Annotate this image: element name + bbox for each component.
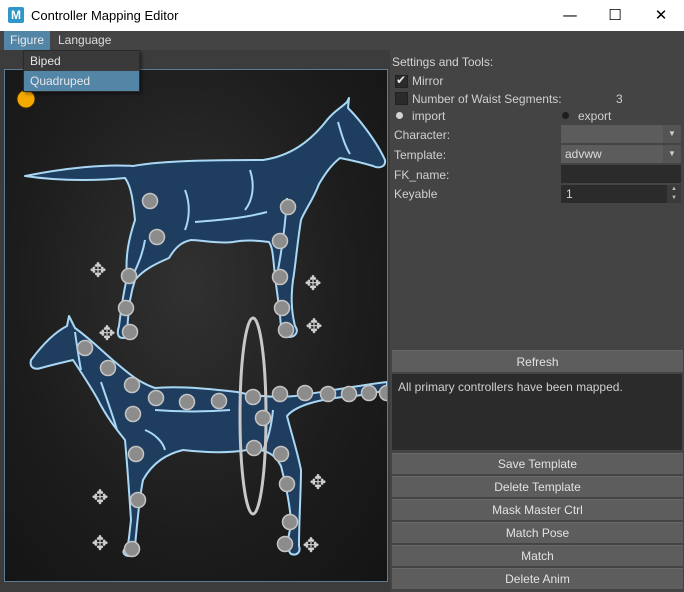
menu-item-quadruped[interactable]: Quadruped — [24, 71, 139, 91]
app-icon: M — [8, 7, 24, 23]
template-label: Template: — [394, 148, 447, 162]
controller-dot[interactable] — [276, 535, 294, 553]
controller-dot[interactable] — [127, 445, 145, 463]
character-label: Character: — [394, 128, 451, 142]
controller-dot[interactable] — [141, 192, 159, 210]
move-handle-icon[interactable]: ✥ — [92, 531, 109, 555]
waist-label: Number of Waist Segments: — [412, 92, 562, 106]
import-radio[interactable] — [396, 112, 403, 119]
save-template-button[interactable]: Save Template — [392, 453, 683, 474]
move-handle-icon[interactable]: ✥ — [303, 533, 320, 557]
refresh-button[interactable]: Refresh — [392, 350, 683, 372]
minimize-button[interactable]: — — [547, 0, 593, 31]
maximize-button[interactable]: ☐ — [592, 0, 638, 31]
match-button[interactable]: Match — [392, 545, 683, 566]
settings-title: Settings and Tools: — [392, 55, 494, 69]
controller-dot[interactable] — [271, 268, 289, 286]
controller-dot[interactable] — [117, 299, 135, 317]
export-label: export — [578, 109, 612, 123]
export-radio[interactable] — [562, 112, 569, 119]
close-button[interactable]: ✕ — [638, 0, 684, 31]
controller-dot[interactable] — [281, 513, 299, 531]
fk-name-label: FK_name: — [394, 168, 450, 182]
menu-item-biped[interactable]: Biped — [24, 51, 139, 71]
fk-name-input[interactable] — [561, 165, 681, 183]
controller-dot[interactable] — [148, 228, 166, 246]
template-select[interactable]: advww ▼ — [561, 145, 681, 163]
chevron-down-icon: ▼ — [671, 195, 677, 201]
controller-dot[interactable] — [279, 198, 297, 216]
keyable-value: 1 — [566, 187, 573, 201]
move-handle-icon[interactable]: ✥ — [90, 258, 107, 282]
controller-dot[interactable] — [147, 389, 165, 407]
delete-anim-button[interactable]: Delete Anim — [392, 568, 683, 589]
controller-dot[interactable] — [210, 392, 228, 410]
controller-dot[interactable] — [123, 540, 141, 558]
character-select[interactable]: ▼ — [561, 125, 681, 143]
chevron-up-icon: ▲ — [671, 186, 677, 192]
check-icon: ✔ — [396, 73, 407, 87]
controller-dot[interactable] — [319, 385, 337, 403]
horse-body-top — [24, 97, 387, 339]
keyable-spinner[interactable]: ▲ ▼ — [667, 185, 681, 203]
controller-dot[interactable] — [271, 385, 289, 403]
controller-dot[interactable] — [121, 323, 139, 341]
master-controller[interactable] — [16, 89, 36, 109]
move-handle-icon[interactable]: ✥ — [305, 271, 322, 295]
window-title: Controller Mapping Editor — [31, 8, 179, 23]
controller-dot[interactable] — [120, 267, 138, 285]
menu-figure[interactable]: Figure — [4, 31, 51, 50]
move-handle-icon[interactable]: ✥ — [99, 321, 116, 345]
controller-canvas[interactable]: ✥ ✥ ✥ ✥ ✥ ✥ ✥ ✥ — [4, 69, 388, 582]
mask-master-ctrl-button[interactable]: Mask Master Ctrl — [392, 499, 683, 520]
chevron-down-icon: ▼ — [663, 125, 681, 143]
mirror-label: Mirror — [412, 74, 444, 88]
menu-bar: Figure Language — [0, 31, 684, 50]
waist-checkbox[interactable] — [395, 92, 408, 105]
keyable-input[interactable]: 1 ▲ ▼ — [561, 185, 681, 203]
controller-dot[interactable] — [272, 445, 290, 463]
controller-dot[interactable] — [273, 299, 291, 317]
mirror-checkbox[interactable]: ✔ — [395, 73, 408, 88]
settings-panel: Settings and Tools: ✔ Mirror Number of W… — [390, 50, 684, 592]
move-handle-icon[interactable]: ✥ — [92, 485, 109, 509]
controller-dot[interactable] — [99, 359, 117, 377]
controller-dot[interactable] — [129, 491, 147, 509]
keyable-label: Keyable — [394, 187, 438, 201]
controller-dot[interactable] — [360, 384, 378, 402]
match-pose-button[interactable]: Match Pose — [392, 522, 683, 543]
controller-dot[interactable] — [123, 376, 141, 394]
figure-menu: Biped Quadruped — [23, 50, 140, 92]
controller-dot[interactable] — [76, 339, 94, 357]
controller-dot[interactable] — [296, 384, 314, 402]
menu-language[interactable]: Language — [52, 31, 117, 50]
move-handle-icon[interactable]: ✥ — [306, 314, 323, 338]
controller-dot[interactable] — [277, 321, 295, 339]
controller-dot[interactable] — [340, 385, 358, 403]
waist-value[interactable]: 3 — [616, 92, 623, 106]
status-message: All primary controllers have been mapped… — [392, 374, 682, 450]
controller-dot[interactable] — [271, 232, 289, 250]
quadruped-figure: ✥ ✥ ✥ ✥ ✥ ✥ ✥ ✥ — [16, 89, 387, 558]
move-handle-icon[interactable]: ✥ — [310, 470, 327, 494]
import-label: import — [412, 109, 446, 123]
controller-dot[interactable] — [244, 388, 262, 406]
title-bar: M Controller Mapping Editor — ☐ ✕ — [0, 0, 684, 31]
controller-dot[interactable] — [254, 409, 272, 427]
controller-dot[interactable] — [178, 393, 196, 411]
controller-dot[interactable] — [245, 439, 263, 457]
controller-dot[interactable] — [124, 405, 142, 423]
template-value: advww — [565, 147, 602, 161]
controller-dot[interactable] — [278, 475, 296, 493]
delete-template-button[interactable]: Delete Template — [392, 476, 683, 497]
chevron-down-icon: ▼ — [663, 145, 681, 163]
